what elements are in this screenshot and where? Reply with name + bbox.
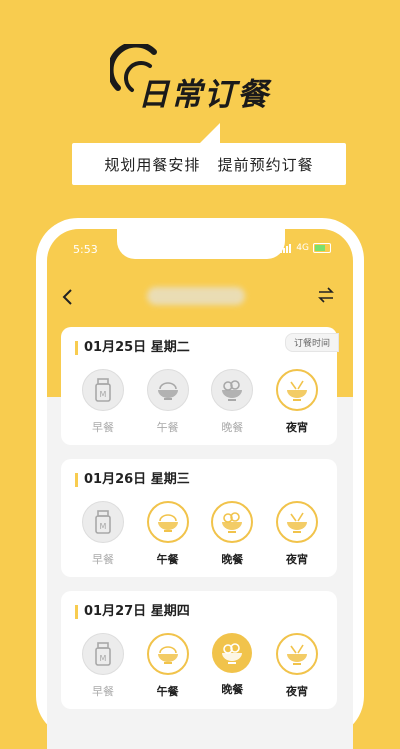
network-label: 4G [296,243,309,253]
milk-carton-icon: M [92,378,114,402]
meal-label: 早餐 [92,553,114,566]
svg-text:M: M [100,654,107,663]
order-time-button[interactable]: 订餐时间 [284,333,339,352]
rice-bowl-icon [156,512,180,532]
day-card: 01月27日 星期四 M 早餐 午餐 晚餐 夜宵 [61,591,337,709]
meal-label: 午餐 [156,685,179,698]
meal-options: M 早餐 午餐 晚餐 夜宵 [75,369,325,435]
meal-label: 夜宵 [285,685,308,698]
meal-options: M 早餐 午餐 晚餐 夜宵 [75,501,325,567]
meal-label: 夜宵 [285,421,308,434]
meal-label: 夜宵 [285,553,308,566]
salad-bowl-toggle[interactable] [211,501,254,543]
signal-icon [280,243,292,253]
noodle-bowl-toggle[interactable] [275,369,318,411]
battery-icon [313,243,331,253]
meal-option[interactable]: M 早餐 [75,369,131,435]
milk-carton-toggle[interactable]: M [82,633,124,675]
meal-option[interactable]: 夜宵 [269,633,325,699]
phone-frame: 5:53 4G 01月25日 星期二 订餐时间 M 早餐 午餐 晚餐 夜宵 01月26日 星期… [36,218,364,749]
meal-label: 晚餐 [221,683,244,696]
salad-bowl-icon [220,379,244,401]
day-date: 01月27日 星期四 [75,605,190,619]
day-date: 01月25日 星期二 [75,341,190,355]
rice-bowl-toggle[interactable] [146,369,189,411]
promo-tagline: 规划用餐安排 提前预约订餐 [72,143,346,185]
noodle-bowl-toggle[interactable] [275,501,318,543]
meal-label: 午餐 [156,421,179,434]
rice-bowl-icon [156,644,180,664]
noodle-bowl-icon [285,511,309,533]
day-card: 01月25日 星期二 订餐时间 M 早餐 午餐 晚餐 夜宵 [61,327,339,445]
meal-option[interactable]: 夜宵 [269,369,325,435]
page-title-blurred [147,287,245,305]
switch-button[interactable] [317,287,335,308]
rice-bowl-icon [156,380,180,400]
promo-headline: 日常订餐 [110,44,310,114]
rice-bowl-toggle[interactable] [146,633,189,675]
rice-bowl-toggle[interactable] [146,501,189,543]
milk-carton-toggle[interactable]: M [82,501,124,543]
meal-option[interactable]: 午餐 [140,369,196,435]
status-time: 5:53 [73,243,98,256]
meal-options: M 早餐 午餐 晚餐 夜宵 [75,633,325,699]
noodle-bowl-icon [285,643,309,665]
tagline-part-2: 提前预约订餐 [217,155,314,174]
milk-carton-toggle[interactable]: M [82,369,124,411]
noodle-bowl-icon [285,379,309,401]
meal-option[interactable]: M 早餐 [75,633,131,699]
speech-pointer [200,123,220,143]
meal-label: 早餐 [92,685,114,698]
milk-carton-icon: M [92,510,114,534]
day-date: 01月26日 星期三 [75,473,190,487]
day-card: 01月26日 星期三 M 早餐 午餐 晚餐 夜宵 [61,459,337,577]
tagline-part-1: 规划用餐安排 [104,155,201,174]
salad-bowl-icon [220,642,244,664]
salad-bowl-icon [220,511,244,533]
meal-option[interactable]: 晚餐 [204,369,260,435]
status-icons: 4G [280,243,331,253]
app-screen: 5:53 4G 01月25日 星期二 订餐时间 M 早餐 午餐 晚餐 夜宵 01月26日 星期… [47,229,353,749]
meal-label: 晚餐 [221,553,244,566]
svg-text:M: M [100,522,107,531]
noodle-bowl-toggle[interactable] [275,633,318,675]
chevron-left-icon [62,289,72,305]
meal-option[interactable]: 晚餐 [204,501,260,567]
meal-option[interactable]: 午餐 [140,501,196,567]
salad-bowl-toggle[interactable] [212,633,253,673]
promo-title: 日常订餐 [138,77,270,113]
phone-notch [117,229,285,259]
meal-label: 晚餐 [221,421,244,434]
milk-carton-icon: M [92,642,114,666]
meal-option[interactable]: 夜宵 [269,501,325,567]
meal-option[interactable]: 午餐 [140,633,196,699]
meal-option[interactable]: 晚餐 [204,633,260,699]
back-button[interactable] [61,287,73,312]
meal-option[interactable]: M 早餐 [75,501,131,567]
meal-label: 午餐 [156,553,179,566]
meal-label: 早餐 [92,421,114,434]
svg-text:M: M [100,390,107,399]
swap-icon [318,287,334,303]
salad-bowl-toggle[interactable] [211,369,254,411]
